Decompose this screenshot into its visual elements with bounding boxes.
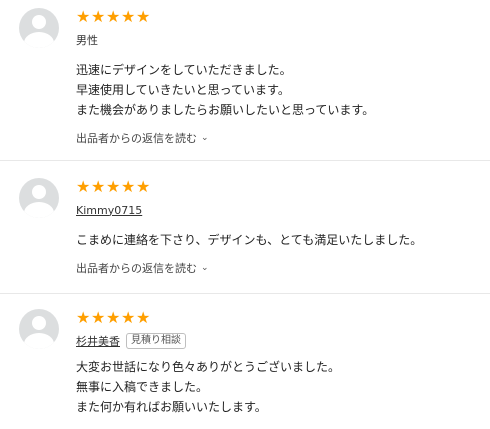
divider xyxy=(0,160,490,161)
comment-line: また機会がありましたらお願いしたいと思っています。 xyxy=(76,103,375,117)
read-seller-reply-link[interactable]: 出品者からの返信を読む ⌄ xyxy=(76,260,480,276)
comment-line: 大変お世話になり色々ありがとうございました。 xyxy=(76,360,341,374)
review-comment: こまめに連絡を下さり、デザインも、とても満足いたしました。 xyxy=(76,230,480,250)
star-icon: ★ xyxy=(76,177,91,196)
chevron-down-icon: ⌄ xyxy=(201,133,209,143)
divider xyxy=(0,293,490,294)
star-icon: ★ xyxy=(121,177,136,196)
star-icon: ★ xyxy=(91,308,106,327)
star-icon: ★ xyxy=(136,177,151,196)
star-icon: ★ xyxy=(106,177,121,196)
star-icon: ★ xyxy=(106,308,121,327)
reviewer-name-link[interactable]: Kimmy0715 xyxy=(76,204,142,217)
chevron-down-icon: ⌄ xyxy=(201,263,209,273)
star-rating: ★ ★ ★ ★ ★ xyxy=(76,178,480,196)
comment-line: また何か有ればお願いいたします。 xyxy=(76,400,267,414)
star-icon: ★ xyxy=(76,308,91,327)
star-icon: ★ xyxy=(121,7,136,26)
comment-line: 無事に入稿できました。 xyxy=(76,380,209,394)
review-comment: 大変お世話になり色々ありがとうございました。 無事に入稿できました。 また何か有… xyxy=(76,357,480,417)
comment-line: 早速使用していきたいと思っています。 xyxy=(76,83,290,97)
star-icon: ★ xyxy=(121,308,136,327)
estimate-badge: 見積り相談 xyxy=(126,333,186,349)
review-comment: 迅速にデザインをしていただきました。 早速使用していきたいと思っています。 また… xyxy=(76,60,480,120)
star-icon: ★ xyxy=(136,308,151,327)
star-icon: ★ xyxy=(76,7,91,26)
avatar xyxy=(19,178,59,218)
star-rating: ★ ★ ★ ★ ★ xyxy=(76,8,480,26)
star-rating: ★ ★ ★ ★ ★ xyxy=(76,309,480,327)
comment-line: 迅速にデザインをしていただきました。 xyxy=(76,63,292,77)
avatar xyxy=(19,8,59,48)
star-icon: ★ xyxy=(106,7,121,26)
avatar xyxy=(19,309,59,349)
read-seller-reply-link[interactable]: 出品者からの返信を読む ⌄ xyxy=(76,130,480,146)
star-icon: ★ xyxy=(91,7,106,26)
reply-label: 出品者からの返信を読む xyxy=(76,262,197,275)
comment-line: こまめに連絡を下さり、デザインも、とても満足いたしました。 xyxy=(76,233,423,247)
reply-label: 出品者からの返信を読む xyxy=(76,132,197,145)
star-icon: ★ xyxy=(91,177,106,196)
reviewer-name: 男性 xyxy=(76,34,98,47)
star-icon: ★ xyxy=(136,7,151,26)
reviewer-name-link[interactable]: 杉井美香 xyxy=(76,333,120,349)
